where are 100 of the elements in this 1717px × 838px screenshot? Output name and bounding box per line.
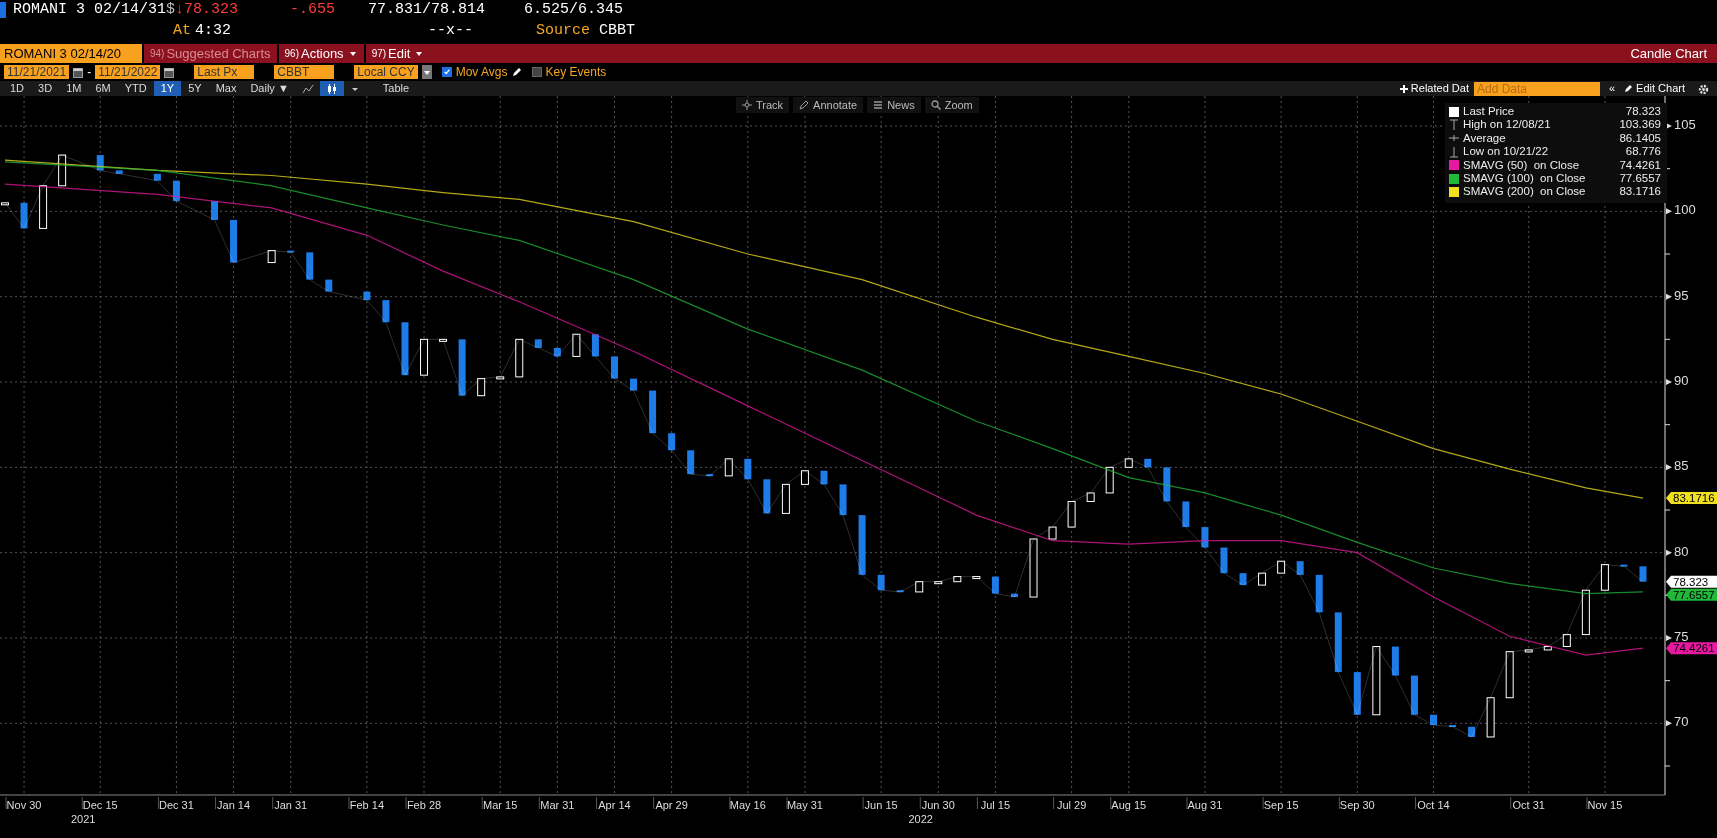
collapse-button[interactable]: « xyxy=(1604,80,1620,97)
bid-ask-price: 77.831/78.814 xyxy=(368,0,487,20)
x-tick-label: Apr 14 xyxy=(598,799,631,811)
candle xyxy=(96,155,104,171)
period-tab[interactable]: 6M xyxy=(88,81,118,96)
calendar-icon xyxy=(164,66,175,78)
candle xyxy=(1334,612,1342,673)
y-tick-label: 70 xyxy=(1674,714,1689,730)
candle xyxy=(706,474,714,477)
x-tick-label: Nov 30 xyxy=(6,799,42,811)
candle xyxy=(306,252,314,280)
x-tick-label: Mar 15 xyxy=(483,799,518,811)
chart-tool-button[interactable]: Track xyxy=(736,97,790,113)
period-tab[interactable]: YTD xyxy=(117,81,154,96)
candle xyxy=(287,250,295,253)
checkbox[interactable] xyxy=(441,67,452,77)
candle xyxy=(1220,547,1228,574)
security-field[interactable]: ROMANI 3 02/14/20 xyxy=(0,44,142,63)
legend-value: 83.1716 xyxy=(1619,185,1661,199)
date-separator: - xyxy=(87,64,92,81)
plus-icon xyxy=(1399,84,1408,93)
settings-icon[interactable] xyxy=(1698,83,1709,95)
option-label: Key Events xyxy=(545,64,607,81)
list-icon xyxy=(873,100,884,110)
candle xyxy=(858,515,866,575)
y-tick-label: 105 xyxy=(1674,117,1696,133)
candle xyxy=(630,378,638,391)
candle xyxy=(1182,501,1190,528)
candle xyxy=(1239,573,1247,586)
candle xyxy=(1391,646,1399,676)
chart-title: Candle Chart xyxy=(1630,45,1708,63)
candle xyxy=(1201,527,1209,548)
source-label: Source xyxy=(536,21,590,41)
search-icon xyxy=(930,100,941,110)
pencil-icon xyxy=(1624,84,1634,93)
candle xyxy=(534,339,542,348)
dropdown-field[interactable]: Last Px xyxy=(194,65,255,79)
candle xyxy=(211,201,218,220)
related-data-button[interactable]: Related Dat xyxy=(1399,80,1469,97)
frequency-dropdown[interactable]: Daily ▼ xyxy=(243,81,296,96)
currency-symbol: $ xyxy=(166,0,175,20)
legend-value: 86.1405 xyxy=(1619,131,1661,146)
table-button[interactable]: Table xyxy=(375,81,417,96)
quote-time: 4:32 xyxy=(195,21,232,41)
x-tick-label: Jun 30 xyxy=(921,799,955,811)
chart-tool-button[interactable]: Annotate xyxy=(793,97,864,113)
candle xyxy=(1163,467,1171,502)
price-tag: 77.6557 xyxy=(1666,588,1717,601)
candle xyxy=(687,450,695,475)
chart-tool-button[interactable]: Zoom xyxy=(924,97,979,113)
chart-tool-button[interactable]: News xyxy=(867,97,921,113)
date-field[interactable]: 11/21/2021 xyxy=(4,65,70,79)
legend-label: Last Price xyxy=(1463,105,1515,119)
caret-icon[interactable] xyxy=(350,85,359,94)
candle xyxy=(649,390,657,434)
price-tag: 78.323 xyxy=(1666,575,1717,588)
date-field[interactable]: 11/21/2022 xyxy=(95,65,161,79)
y-tick-label: 85 xyxy=(1674,458,1689,474)
selection-marker xyxy=(0,2,6,18)
dropdown-field[interactable]: Local CCY xyxy=(354,65,418,79)
legend-value: 103.369 xyxy=(1619,118,1661,132)
bid-ask-yield: 6.525/6.345 xyxy=(524,0,624,20)
x-tick-label: Jan 14 xyxy=(217,799,251,811)
period-tab[interactable]: 5Y xyxy=(181,81,209,96)
candle xyxy=(820,470,828,485)
period-tab[interactable]: 1M xyxy=(59,81,89,96)
candle xyxy=(553,347,561,357)
period-tab[interactable]: 1Y xyxy=(153,81,182,96)
candle-chart-icon[interactable] xyxy=(325,83,338,96)
price-tag: 83.1716 xyxy=(1666,492,1717,505)
y-tick-label: 90 xyxy=(1674,373,1689,388)
legend-label: High on 12/08/21 xyxy=(1463,118,1551,132)
legend-label: SMAVG (100) on Close xyxy=(1463,171,1586,186)
x-tick-label: Feb 28 xyxy=(406,799,442,811)
year-label: 2021 xyxy=(71,813,96,825)
x-tick-label: Oct 14 xyxy=(1417,799,1450,811)
legend-value: 68.776 xyxy=(1625,145,1661,159)
quote-size: --x-- xyxy=(428,21,474,41)
period-tab[interactable]: Max xyxy=(208,81,244,96)
candle xyxy=(1353,672,1361,715)
x-tick-label: Jul 29 xyxy=(1056,799,1087,811)
checkbox[interactable] xyxy=(531,67,542,77)
candle xyxy=(458,339,466,396)
candle xyxy=(611,356,618,379)
legend-value: 78.323 xyxy=(1625,105,1661,119)
period-tab[interactable]: 1D xyxy=(3,81,32,96)
dropdown-field[interactable]: CBBT xyxy=(274,65,335,79)
edit-chart-button[interactable]: Edit Chart xyxy=(1624,80,1685,97)
candle xyxy=(1449,725,1457,728)
line-chart-icon[interactable] xyxy=(301,83,314,96)
candle xyxy=(839,484,847,516)
x-tick-label: Sep 30 xyxy=(1339,799,1375,811)
add-data-field[interactable]: Add Data xyxy=(1473,81,1600,96)
candle xyxy=(115,170,123,174)
period-tab[interactable]: 3D xyxy=(31,81,60,96)
last-price: ↓78.323 xyxy=(175,0,239,20)
legend-label: Low on 10/21/22 xyxy=(1463,145,1549,159)
candle xyxy=(1410,675,1418,715)
y-tick-label: 80 xyxy=(1674,543,1689,559)
legend-label: SMAVG (200) on Close xyxy=(1463,185,1586,199)
